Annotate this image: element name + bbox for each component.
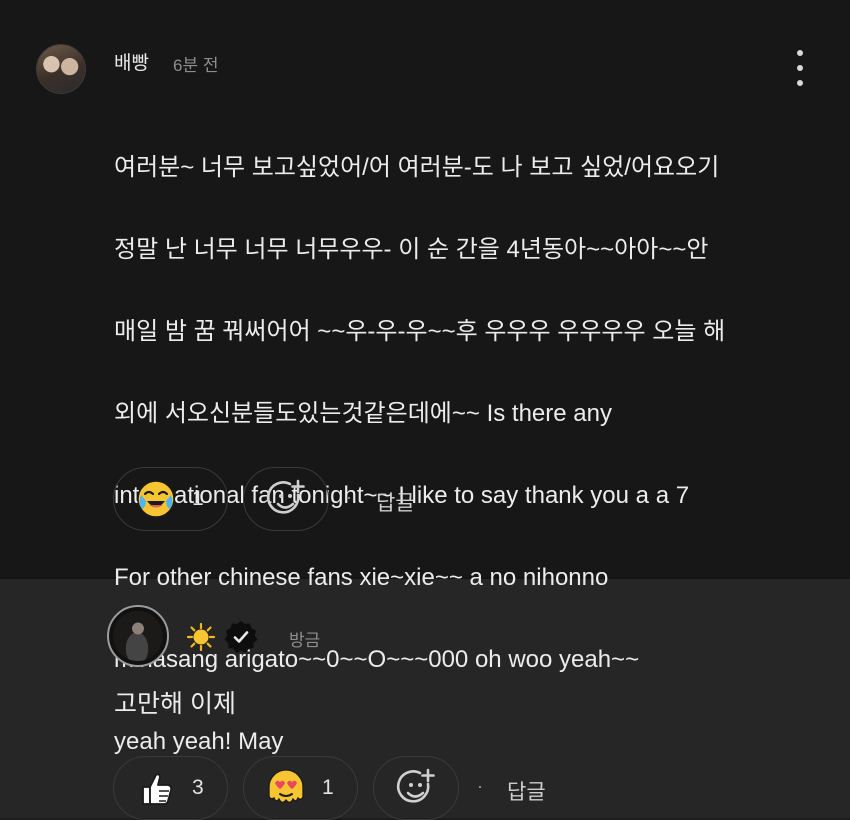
comment-line: 매일 밤 꿈 꿔써어어 ~~우-우-우~~후 우우우 우우우우 오늘 해 <box>114 318 726 345</box>
reaction-count: 1 <box>322 776 334 799</box>
thumbs-up-emoji-icon <box>134 766 178 810</box>
sun-emoji-icon <box>186 622 216 657</box>
comment-line: 정말 난 너무 너무 너무우우- 이 순 간을 4년동아~~아아~~안 <box>114 236 709 263</box>
more-options-icon[interactable] <box>792 50 808 86</box>
separator-dot: · <box>477 776 483 796</box>
heart-eyes-melting-emoji-icon <box>264 766 308 810</box>
reaction-count: 1 <box>192 487 204 510</box>
comment-line: 외에 서오신분들도있는것같은데에~~ Is there any <box>114 400 612 427</box>
comment-username[interactable]: 배빵 <box>114 48 149 75</box>
comment-line: For other chinese fans xie~xie~~ a no ni… <box>114 564 609 591</box>
comment-line: 여러분~ 너무 보고싶었어/어 여러분-도 나 보고 싶었/어요오기 <box>114 154 720 181</box>
reaction-button[interactable]: 3 <box>113 756 228 820</box>
add-emoji-icon <box>394 766 438 810</box>
avatar[interactable] <box>107 605 169 667</box>
reaction-button[interactable]: 1 <box>243 756 358 820</box>
comment-timestamp: 방금 <box>289 631 321 650</box>
reaction-button[interactable]: 1 <box>113 467 228 531</box>
verified-badge-icon <box>224 620 258 659</box>
crying-laughing-emoji-icon <box>134 477 178 521</box>
add-reaction-button[interactable] <box>243 467 329 531</box>
comment-body: 고만해 이제 <box>114 690 236 718</box>
avatar[interactable] <box>36 44 86 94</box>
comment-line: yeah yeah! May <box>114 728 284 755</box>
separator-dot: · <box>346 487 352 507</box>
add-reaction-button[interactable] <box>373 756 459 820</box>
comment-username[interactable] <box>186 620 258 659</box>
reply-button[interactable]: 답글 <box>376 487 415 517</box>
reply-button[interactable]: 답글 <box>507 776 546 806</box>
reaction-count: 3 <box>192 776 204 799</box>
add-emoji-icon <box>264 477 308 521</box>
comment-timestamp: 6분 전 <box>173 56 219 75</box>
